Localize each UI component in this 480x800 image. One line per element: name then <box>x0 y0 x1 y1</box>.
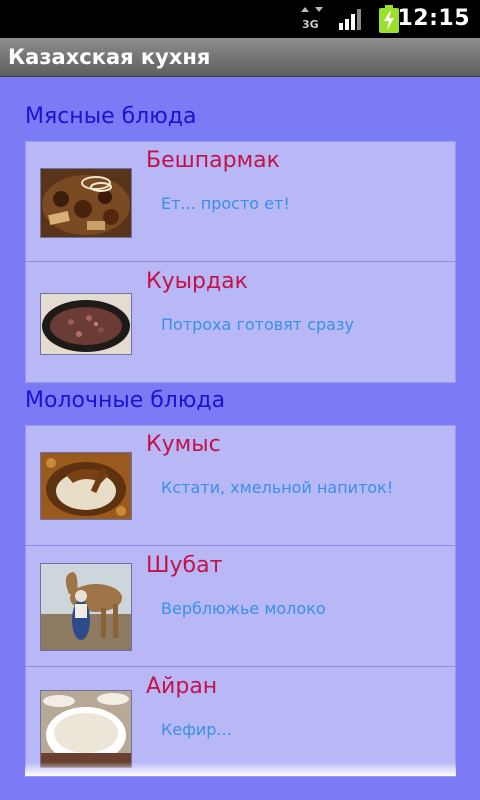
clock: 12:15 <box>397 6 470 31</box>
kumys-photo <box>40 452 132 520</box>
dish-description: Верблюжье молоко <box>161 599 326 618</box>
kuyrdak-photo <box>40 293 132 355</box>
status-bar: 3G 12:15 <box>0 0 480 38</box>
divider <box>26 666 455 667</box>
dish-name: Бешпармак <box>146 148 280 173</box>
shubat-photo <box>40 563 132 651</box>
data-3g-icon: 3G <box>301 7 323 31</box>
app-title-bar: Казахская кухня <box>0 38 480 77</box>
dish-description: Потроха готовят сразу <box>161 315 354 334</box>
ayran-photo <box>40 690 132 768</box>
svg-text:3G: 3G <box>302 18 319 31</box>
list-item[interactable]: Куырдак Потроха готовят сразу <box>26 263 455 383</box>
section-header-dairy: Молочные блюда <box>25 388 226 413</box>
dish-description: Кефир... <box>161 720 232 739</box>
divider <box>26 261 455 262</box>
scroll-fade <box>25 762 456 776</box>
list-item[interactable]: Бешпармак Ет... просто ет! <box>26 142 455 262</box>
dish-description: Кстати, хмельной напиток! <box>161 478 394 497</box>
dish-description: Ет... просто ет! <box>161 194 290 213</box>
dish-name: Шубат <box>146 553 223 578</box>
beshbarmak-photo <box>40 168 132 238</box>
dish-name: Кумыс <box>146 432 221 457</box>
section-card-dairy: Кумыс Кстати, хмельной напиток! Шубат Ве… <box>25 425 456 777</box>
section-card-meat: Бешпармак Ет... просто ет! Куырдак Потро… <box>25 141 456 383</box>
signal-icon <box>339 9 361 30</box>
dish-name: Куырдак <box>146 269 248 294</box>
list-item[interactable]: Шубат Верблюжье молоко <box>26 547 455 667</box>
section-header-meat: Мясные блюда <box>25 104 197 129</box>
app-title: Казахская кухня <box>8 45 211 69</box>
list-item[interactable]: Кумыс Кстати, хмельной напиток! <box>26 426 455 546</box>
dish-name: Айран <box>146 674 218 699</box>
divider <box>26 545 455 546</box>
